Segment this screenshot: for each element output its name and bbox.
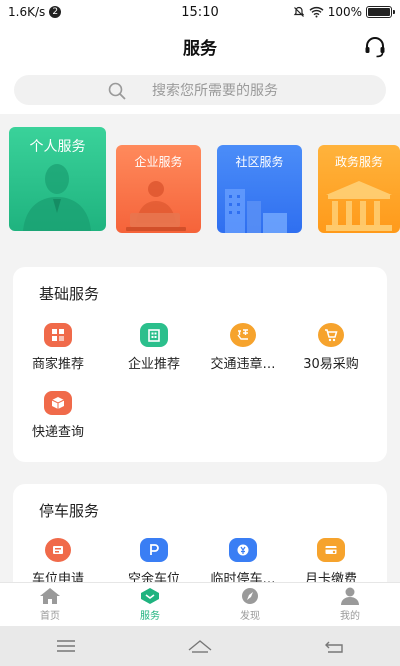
network-speed: 1.6K/s (8, 5, 46, 19)
enterprise-icon (140, 323, 168, 347)
cart-icon (318, 323, 344, 347)
card-personal-services[interactable]: 个人服务 (9, 127, 106, 231)
customer-service-icon[interactable] (362, 34, 388, 60)
status-bar: 1.6K/s 2 15:10 100% (0, 0, 400, 24)
service-item-traffic-violation[interactable]: 交通违章… (198, 323, 288, 372)
service-item-parking-apply[interactable]: 车位申请 (13, 538, 103, 587)
search-icon (108, 82, 126, 100)
system-nav-bar (0, 626, 400, 666)
battery-icon (366, 6, 395, 18)
service-item-merchant[interactable]: 商家推荐 (13, 323, 103, 372)
service-icon (141, 588, 159, 604)
service-item-express[interactable]: 快递查询 (13, 391, 103, 440)
search-area: 搜索您所需要的服务 (0, 68, 400, 114)
service-label: 商家推荐 (31, 357, 84, 372)
card-enterprise-services[interactable]: 企业服务 (116, 145, 201, 233)
card-label: 企业服务 (134, 155, 183, 169)
tab-label: 发现 (240, 611, 260, 622)
basic-services-panel: 基础服务 商家推荐 企业推荐 交通违章… 30易采购 快递查询 (13, 267, 387, 462)
section-title: 停车服务 (39, 502, 100, 520)
card-label: 政务服务 (334, 155, 383, 169)
wifi-icon (309, 6, 324, 18)
card-community-services[interactable]: 社区服务 (217, 145, 302, 233)
buildings-illustration-icon (225, 189, 287, 233)
header: 服务 (0, 24, 400, 68)
tab-label: 服务 (140, 611, 160, 622)
back-icon[interactable] (323, 638, 345, 654)
battery-fill (368, 8, 390, 16)
government-building-illustration-icon (326, 181, 392, 231)
tab-discover[interactable]: 发现 (200, 583, 300, 626)
monthly-card-icon (317, 538, 345, 562)
service-item-monthly-card[interactable]: 月卡缴费 (286, 538, 376, 587)
service-label: 30易采购 (303, 357, 359, 372)
section-title: 基础服务 (39, 285, 100, 303)
tab-label: 首页 (40, 611, 60, 622)
service-item-enterprise[interactable]: 企业推荐 (109, 323, 199, 372)
service-item-free-parking[interactable]: 空余车位 (109, 538, 199, 587)
parking-apply-icon (45, 538, 71, 562)
category-cards: 个人服务 企业服务 社区服务 政务服务 (0, 114, 400, 246)
card-label: 社区服务 (235, 155, 284, 169)
tab-profile[interactable]: 我的 (300, 583, 400, 626)
violation-icon (230, 323, 256, 347)
parking-icon (140, 538, 168, 562)
mute-icon (293, 6, 304, 17)
notification-badge: 2 (49, 6, 62, 18)
home-nav-icon[interactable] (187, 638, 213, 654)
compass-icon (242, 588, 258, 604)
service-label: 企业推荐 (127, 357, 180, 372)
menu-icon[interactable] (55, 639, 77, 653)
status-right: 100% (293, 5, 395, 19)
tab-label: 我的 (340, 611, 360, 622)
tab-service[interactable]: 服务 (100, 583, 200, 626)
card-government-services[interactable]: 政务服务 (318, 145, 400, 233)
status-left: 1.6K/s 2 (8, 5, 62, 19)
service-item-temp-parking[interactable]: 临时停车… (198, 538, 288, 587)
shop-icon (44, 323, 72, 347)
search-placeholder: 搜索您所需要的服务 (152, 83, 278, 99)
profile-icon (341, 587, 359, 605)
temp-parking-icon (229, 538, 257, 562)
home-icon (40, 588, 60, 604)
person-illustration-icon (23, 164, 91, 231)
service-item-procurement[interactable]: 30易采购 (286, 323, 376, 372)
page-title: 服务 (183, 38, 217, 59)
service-label: 快递查询 (31, 425, 84, 440)
battery-percent: 100% (327, 5, 362, 19)
package-icon (44, 391, 72, 415)
tab-home[interactable]: 首页 (0, 583, 100, 626)
laptop-worker-illustration-icon (126, 181, 186, 231)
bottom-tab-bar: 首页 服务 发现 我的 (0, 582, 400, 626)
service-label: 交通违章… (210, 357, 276, 372)
search-input[interactable]: 搜索您所需要的服务 (14, 75, 386, 105)
